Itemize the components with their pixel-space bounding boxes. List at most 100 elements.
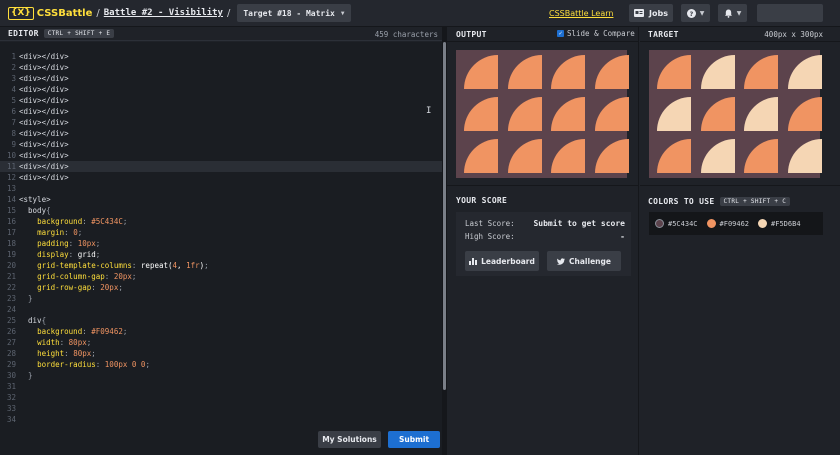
- help-menu-button[interactable]: ? ▼: [681, 4, 710, 22]
- quarter-circle-tile: [464, 55, 498, 89]
- chevron-down-icon: ▼: [736, 9, 742, 17]
- code-text: }: [28, 294, 33, 303]
- my-solutions-button[interactable]: My Solutions: [318, 431, 381, 448]
- code-line[interactable]: 28 height: 80px;: [0, 348, 442, 359]
- code-line[interactable]: 20 grid-template-columns: repeat(4, 1fr)…: [0, 260, 442, 271]
- output-preview[interactable]: [456, 50, 630, 178]
- code-line[interactable]: 34: [0, 414, 442, 425]
- submit-button[interactable]: Submit: [388, 431, 440, 448]
- code-line[interactable]: 17 margin: 0;: [0, 227, 442, 238]
- challenge-label: Challenge: [569, 256, 611, 266]
- line-number: 18: [6, 239, 16, 248]
- target-selector-dropdown[interactable]: Target #18 - Matrix ▼: [237, 4, 351, 22]
- quarter-circle-tile: [744, 139, 779, 173]
- output-header: OUTPUT: [456, 30, 487, 39]
- code-line[interactable]: 27 width: 80px;: [0, 337, 442, 348]
- code-line[interactable]: 9 <div></div>: [0, 139, 442, 150]
- code-line[interactable]: 7 <div></div>: [0, 117, 442, 128]
- code-line[interactable]: 33: [0, 403, 442, 414]
- code-line[interactable]: 11 <div></div>: [0, 161, 442, 172]
- code-line[interactable]: 8 <div></div>: [0, 128, 442, 139]
- quarter-circle-tile: [507, 97, 542, 131]
- line-number: 9: [11, 140, 16, 149]
- code-line[interactable]: 4 <div></div>: [0, 84, 442, 95]
- code-text: <div></div>: [19, 107, 69, 116]
- code-line[interactable]: 23 }: [0, 293, 442, 304]
- line-number: 32: [6, 393, 16, 402]
- code-line[interactable]: 25 div{: [0, 315, 442, 326]
- code-line[interactable]: 15 body{: [0, 205, 442, 216]
- colors-title: COLORS TO USE: [648, 197, 715, 206]
- code-line[interactable]: 24: [0, 304, 442, 315]
- color-swatch[interactable]: #F5D6B4: [758, 219, 801, 228]
- code-line[interactable]: 26 background: #F09462;: [0, 326, 442, 337]
- code-line[interactable]: 31: [0, 381, 442, 392]
- slide-compare-toggle[interactable]: ✓ Slide & Compare: [557, 29, 635, 38]
- code-text: padding: 10px;: [37, 239, 101, 248]
- code-line[interactable]: 2 <div></div>: [0, 62, 442, 73]
- code-line[interactable]: 10 <div></div>: [0, 150, 442, 161]
- checkbox-checked-icon[interactable]: ✓: [557, 30, 564, 37]
- code-text: <div></div>: [19, 151, 69, 160]
- code-line[interactable]: 16 background: #5C434C;: [0, 216, 442, 227]
- line-number: 12: [6, 173, 16, 182]
- line-number: 19: [6, 250, 16, 259]
- color-swatch[interactable]: #F09462: [706, 219, 749, 228]
- code-text: background: #F09462;: [37, 327, 128, 336]
- divider: [447, 185, 639, 186]
- editor-header: EDITOR CTRL + SHIFT + E 459 characters: [0, 27, 442, 41]
- code-line[interactable]: 13: [0, 183, 442, 194]
- quarter-circle-tile: [657, 139, 691, 173]
- quarter-circle-tile: [700, 139, 735, 173]
- code-lines[interactable]: 1 <div></div> 2 <div></div> 3 <div></div> 4 <di…: [0, 51, 442, 425]
- line-number: 28: [6, 349, 16, 358]
- code-line[interactable]: 32: [0, 392, 442, 403]
- quarter-circle-tile: [595, 97, 630, 131]
- editor-title: EDITOR: [8, 29, 39, 38]
- line-number: 27: [6, 338, 16, 347]
- code-line[interactable]: 18 padding: 10px;: [0, 238, 442, 249]
- code-line[interactable]: 12 <div></div>: [0, 172, 442, 183]
- leaderboard-button[interactable]: Leaderboard: [465, 251, 539, 271]
- jobs-button[interactable]: Jobs: [629, 4, 673, 22]
- code-text: <div></div>: [19, 52, 69, 61]
- editor-scrollbar-thumb[interactable]: [443, 42, 446, 390]
- code-line[interactable]: 22 grid-row-gap: 20px;: [0, 282, 442, 293]
- score-title: YOUR SCORE: [456, 196, 508, 205]
- target-image[interactable]: [649, 50, 823, 178]
- target-selector-label: Target #18 - Matrix: [243, 8, 335, 18]
- code-editor[interactable]: 1 <div></div> 2 <div></div> 3 <div></div> 4 <di…: [0, 42, 442, 455]
- code-line[interactable]: 21 grid-column-gap: 20px;: [0, 271, 442, 282]
- code-text: border-radius: 100px 0 0;: [37, 360, 150, 369]
- logo-text: CSSBattle: [36, 7, 93, 19]
- last-score-value: Submit to get score: [533, 219, 625, 228]
- code-line[interactable]: 29 border-radius: 100px 0 0;: [0, 359, 442, 370]
- chevron-down-icon: ▼: [340, 9, 345, 17]
- color-swatch[interactable]: #5C434C: [655, 219, 698, 228]
- line-number: 31: [6, 382, 16, 391]
- code-line[interactable]: 30 }: [0, 370, 442, 381]
- divider: [447, 41, 639, 42]
- line-number: 10: [6, 151, 16, 160]
- code-line[interactable]: 5 <div></div>: [0, 95, 442, 106]
- cssbattle-learn-link[interactable]: CSSBattle Learn: [549, 9, 613, 18]
- challenge-button[interactable]: Challenge: [547, 251, 621, 271]
- logo[interactable]: {X} CSSBattle: [8, 6, 93, 20]
- notifications-button[interactable]: ▼: [718, 4, 747, 22]
- code-line[interactable]: 14 <style>: [0, 194, 442, 205]
- color-code: #5C434C: [668, 219, 698, 228]
- code-text: display: grid;: [37, 250, 101, 259]
- line-number: 30: [6, 371, 16, 380]
- code-line[interactable]: 6 <div></div>: [0, 106, 442, 117]
- code-line[interactable]: 1 <div></div>: [0, 51, 442, 62]
- quarter-circle-tile: [657, 55, 691, 89]
- quarter-circle-tile: [744, 97, 779, 131]
- code-line[interactable]: 19 display: grid;: [0, 249, 442, 260]
- user-menu-button[interactable]: [757, 4, 823, 22]
- breadcrumb-battle-link[interactable]: Battle #2 - Visibility: [104, 8, 223, 18]
- last-score-label: Last Score:: [465, 219, 515, 228]
- line-number: 1: [11, 52, 16, 61]
- code-text: height: 80px;: [37, 349, 96, 358]
- code-line[interactable]: 3 <div></div>: [0, 73, 442, 84]
- logo-mark: {X}: [8, 6, 34, 20]
